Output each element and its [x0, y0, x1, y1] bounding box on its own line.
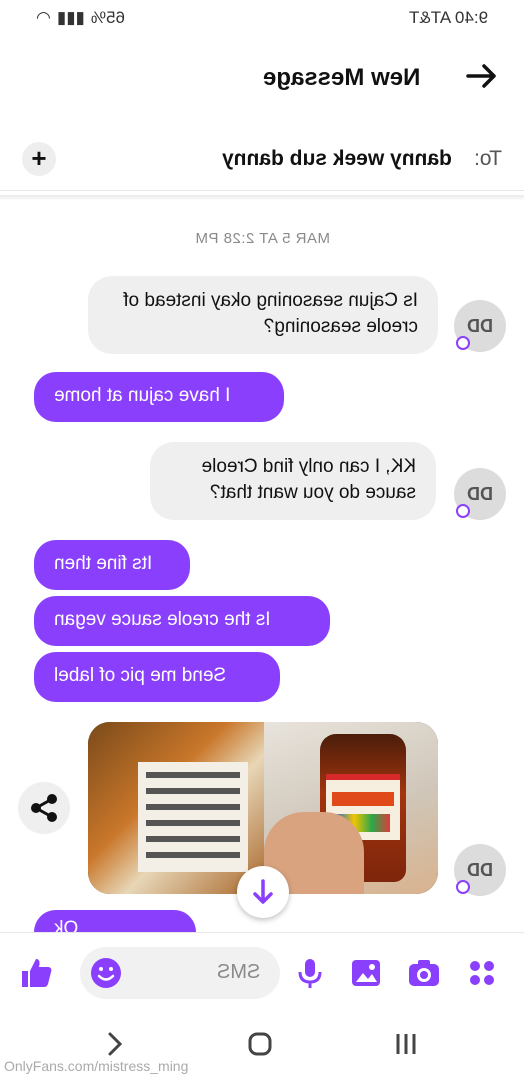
message-text: Its fine then: [54, 553, 153, 574]
divider: [0, 195, 524, 201]
recipient-row: To: danny week sub danny +: [0, 130, 524, 191]
status-icons: 65% ▮▮▮ ◠: [36, 8, 125, 28]
avatar[interactable]: DD: [454, 468, 506, 520]
emoji-icon[interactable]: [88, 955, 124, 991]
message-input[interactable]: SMS: [80, 947, 280, 999]
status-time: 9:40 AT&T: [408, 8, 488, 27]
message-text: KK, I can only find Creole sauce do you …: [201, 456, 416, 503]
arrow-icon[interactable]: [462, 58, 502, 98]
share-icon[interactable]: [18, 782, 70, 834]
ingredient-label: [138, 762, 248, 872]
message-text: Is Cajun seasoning okay instead of creol…: [123, 290, 418, 337]
message-bubble-outgoing[interactable]: Its fine then: [34, 540, 190, 590]
timestamp: MAR 5 AT 2:28 PM: [194, 230, 330, 247]
camera-icon[interactable]: [406, 955, 442, 991]
message-text: Send me pic of label: [54, 665, 227, 686]
message-input-placeholder: SMS: [216, 961, 260, 983]
apps-icon[interactable]: [464, 955, 500, 991]
photo-jar[interactable]: [264, 722, 438, 894]
signal-icon: ▮▮▮: [56, 8, 85, 27]
avatar[interactable]: DD: [454, 300, 506, 352]
message-text: Is the creole sauce vegan: [54, 609, 271, 630]
microphone-icon[interactable]: [292, 955, 328, 991]
home-nav-icon[interactable]: [240, 1026, 280, 1062]
scroll-down-icon[interactable]: [237, 866, 289, 918]
message-bubble-incoming[interactable]: Is Cajun seasoning okay instead of creol…: [88, 276, 438, 354]
status-bar: 65% ▮▮▮ ◠ 9:40 AT&T: [0, 0, 524, 36]
avatar[interactable]: DD: [454, 844, 506, 896]
wifi-icon: ◠: [36, 8, 51, 27]
battery-percent: 65%: [90, 8, 125, 27]
message-text: I have cajun at home: [54, 385, 231, 406]
thumbs-up-icon[interactable]: [18, 955, 54, 991]
watermark: OnlyFans.com/mistress_ming: [4, 1058, 189, 1074]
message-bubble-outgoing[interactable]: Send me pic of label: [34, 652, 280, 702]
header: New Message: [0, 40, 524, 118]
composer-bar: SMS: [0, 932, 524, 1013]
plus-icon[interactable]: +: [22, 142, 56, 176]
message-bubble-outgoing[interactable]: I have cajun at home: [34, 372, 284, 422]
message-bubble-outgoing[interactable]: Is the creole sauce vegan: [34, 596, 330, 646]
recents-nav-icon[interactable]: [386, 1026, 426, 1062]
recipient-name[interactable]: danny week sub danny: [222, 147, 452, 171]
gallery-icon[interactable]: [348, 955, 384, 991]
page-title: New Message: [262, 64, 420, 91]
back-nav-icon[interactable]: [94, 1026, 134, 1062]
message-bubble-incoming[interactable]: KK, I can only find Creole sauce do you …: [150, 442, 436, 520]
to-label: To:: [473, 147, 502, 170]
